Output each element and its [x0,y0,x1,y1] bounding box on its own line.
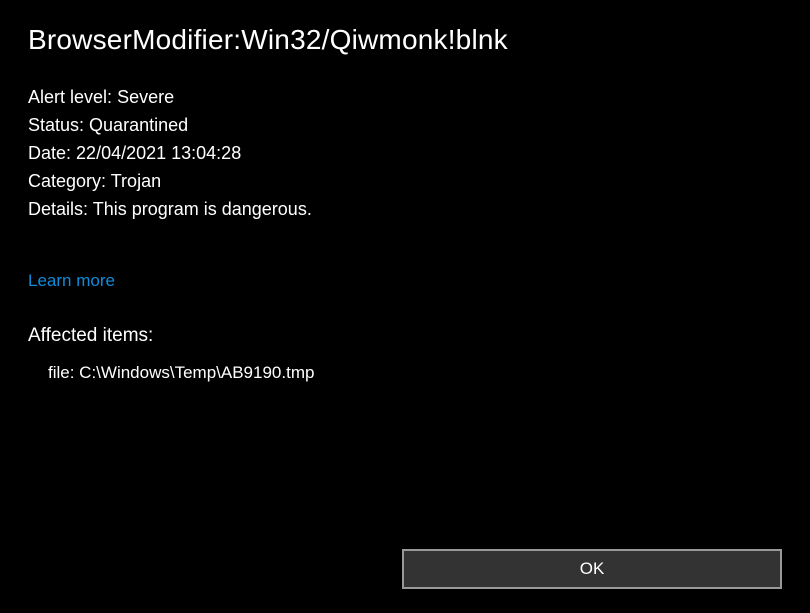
details-row: Details: This program is dangerous. [28,196,782,224]
affected-item: file: C:\Windows\Temp\AB9190.tmp [28,363,782,383]
category-row: Category: Trojan [28,168,782,196]
status-value-text: Quarantined [89,115,188,135]
date-label: Date: [28,143,71,163]
dialog-container: BrowserModifier:Win32/Qiwmonk!blnk Alert… [0,0,810,613]
threat-details: Alert level: Severe Status: Quarantined … [28,84,782,223]
category-value-text: Trojan [111,171,161,191]
details-value-text: This program is dangerous. [93,199,312,219]
date-row: Date: 22/04/2021 13:04:28 [28,140,782,168]
status-label: Status: [28,115,84,135]
alert-level-value-text: Severe [117,87,174,107]
ok-button[interactable]: OK [402,549,782,589]
alert-level-row: Alert level: Severe [28,84,782,112]
threat-title: BrowserModifier:Win32/Qiwmonk!blnk [28,24,782,56]
details-label: Details: [28,199,88,219]
category-label: Category: [28,171,106,191]
affected-items-heading: Affected items: [28,325,782,347]
learn-more-link[interactable]: Learn more [28,271,115,291]
date-value-text: 22/04/2021 13:04:28 [76,143,241,163]
alert-level-label: Alert level: [28,87,112,107]
status-row: Status: Quarantined [28,112,782,140]
